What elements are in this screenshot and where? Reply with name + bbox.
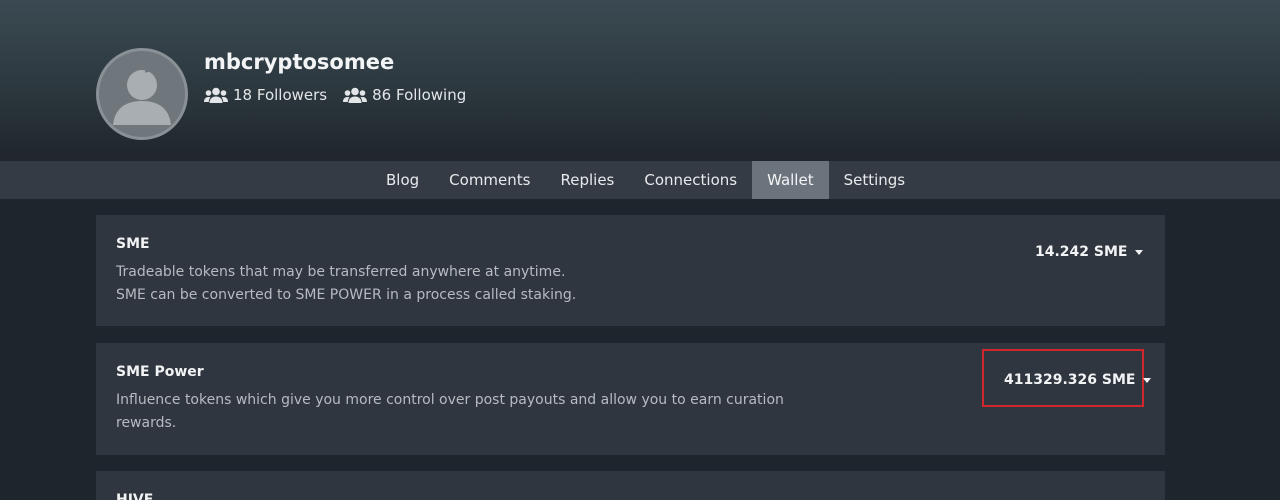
card-description-line: SME can be converted to SME POWER in a p…: [116, 287, 577, 303]
wallet-card-hive: HIVE: [96, 471, 1165, 500]
card-title: SME: [116, 236, 150, 252]
card-description: Tradeable tokens that may be transferred…: [116, 261, 576, 307]
caret-down-icon: [1135, 249, 1144, 255]
following-count: 86 Following: [372, 86, 467, 104]
sme-power-balance-dropdown[interactable]: 411329.326 SME: [1004, 372, 1152, 388]
sme-balance-dropdown[interactable]: 14.242 SME: [1035, 244, 1144, 260]
users-icon: [204, 87, 228, 103]
tab-connections[interactable]: Connections: [629, 161, 752, 199]
nav-tabs: Blog Comments Replies Connections Wallet…: [371, 161, 920, 199]
balance-value: 14.242 SME: [1035, 244, 1128, 260]
tab-replies[interactable]: Replies: [545, 161, 629, 199]
default-user-avatar-icon: [113, 66, 171, 125]
profile-nav: Blog Comments Replies Connections Wallet…: [0, 161, 1280, 199]
tab-blog[interactable]: Blog: [371, 161, 434, 199]
followers-count: 18 Followers: [233, 86, 328, 104]
caret-down-icon: [1143, 377, 1152, 383]
wallet-card-sme-power: SME Power Influence tokens which give yo…: [96, 343, 1165, 455]
profile-username: mbcryptosomee: [204, 50, 395, 74]
wallet-card-sme: SME Tradeable tokens that may be transfe…: [96, 215, 1165, 326]
tab-comments[interactable]: Comments: [434, 161, 545, 199]
profile-avatar[interactable]: [96, 48, 188, 140]
card-title: HIVE: [116, 492, 154, 500]
followers-link[interactable]: 18 Followers: [204, 86, 327, 104]
users-icon: [343, 87, 368, 103]
following-link[interactable]: 86 Following: [343, 86, 466, 104]
tab-settings[interactable]: Settings: [829, 161, 921, 199]
card-title: SME Power: [116, 364, 204, 380]
balance-value: 411329.326 SME: [1004, 372, 1136, 388]
follow-stats: 18 Followers 86 Following: [204, 86, 466, 104]
card-description-line: Influence tokens which give you more con…: [116, 392, 784, 408]
card-description-line: Tradeable tokens that may be transferred…: [116, 264, 566, 280]
card-description: Influence tokens which give you more con…: [116, 389, 784, 435]
profile-header: mbcryptosomee 18 Followers 86 Following: [0, 0, 1280, 161]
tab-wallet[interactable]: Wallet: [752, 161, 829, 199]
card-description-line: rewards.: [116, 415, 177, 431]
